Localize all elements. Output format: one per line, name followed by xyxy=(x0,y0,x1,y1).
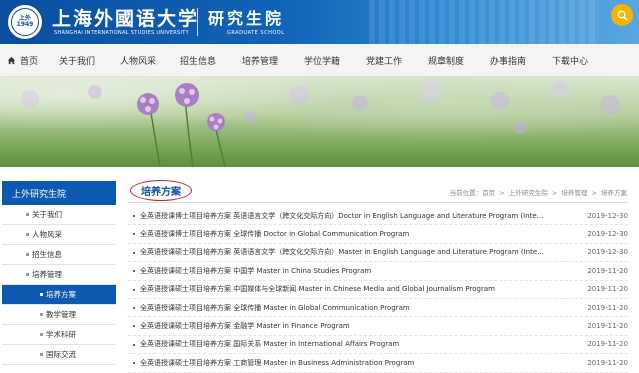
sidebar-item-about[interactable]: 关于我们 xyxy=(2,205,116,225)
list-item-title[interactable]: 全英语授课博士项目培养方案 英语语言文学（跨文化交际方向）Doctor in E… xyxy=(140,211,543,221)
nav-item-training[interactable]: 培养管理 xyxy=(242,54,304,67)
list-item[interactable]: 全英语授课博士项目培养方案 全球传播 Doctor in Global Comm… xyxy=(128,225,628,244)
list-item[interactable]: 全英语授课硕士项目培养方案 全球传播 Master in Global Comm… xyxy=(128,299,628,318)
list-item-date: 2019-12-30 xyxy=(587,230,628,239)
list-item[interactable]: 全英语授课硕士项目培养方案 金融学 Master in Finance Prog… xyxy=(128,317,628,336)
nav-item-label: 学位学籍 xyxy=(304,56,341,67)
graduate-school-name-en: GRADUATE SCHOOL xyxy=(227,30,285,36)
university-name-cn: 上海外國语大学 xyxy=(52,8,200,30)
nav-item-label: 培养管理 xyxy=(242,56,279,67)
nav-item-downloads[interactable]: 下载中心 xyxy=(552,54,612,67)
list-item-date: 2019-11-20 xyxy=(587,358,628,367)
main-panel: 培养方案 当前位置：首页 > 上外研究生院 > 培养管理 > 培养方案 全英语授… xyxy=(128,180,628,373)
university-name-en: SHANGHAI INTERNATIONAL STUDIES UNIVERSIT… xyxy=(54,30,190,36)
breadcrumb: 当前位置：首页 > 上外研究生院 > 培养管理 > 培养方案 xyxy=(449,187,628,197)
breadcrumb-link[interactable]: 培养管理 xyxy=(561,189,587,197)
list-item-date: 2019-12-30 xyxy=(587,248,628,257)
sidebar: 上外研究生院 关于我们 人物风采 招生信息 培养管理 培养方案 教学管理 学术科… xyxy=(2,181,116,365)
sidebar-item-training-plan[interactable]: 培养方案 xyxy=(2,285,116,305)
list-item-date: 2019-12-30 xyxy=(587,211,628,220)
nav-item-label: 下载中心 xyxy=(552,56,589,67)
list-item-date: 2019-11-20 xyxy=(587,303,628,312)
nav-item-label: 规章制度 xyxy=(428,56,465,67)
header-background-building xyxy=(369,0,599,44)
sidebar-item-teaching[interactable]: 教学管理 xyxy=(2,305,116,325)
search-button[interactable] xyxy=(611,4,633,26)
article-list: 全英语授课博士项目培养方案 英语语言文学（跨文化交际方向）Doctor in E… xyxy=(128,207,628,373)
university-logo[interactable]: 上外 1949 xyxy=(6,3,44,41)
list-item-title[interactable]: 全英语授课硕士项目培养方案 全球传播 Master in Global Comm… xyxy=(140,303,410,313)
list-item-title[interactable]: 全英语授课博士项目培养方案 全球传播 Doctor in Global Comm… xyxy=(140,229,409,239)
sidebar-title: 上外研究生院 xyxy=(2,181,116,205)
breadcrumb-link[interactable]: 培养方案 xyxy=(601,189,627,197)
nav-item-label: 办事指南 xyxy=(490,56,527,67)
list-item[interactable]: 全英语授课博士项目培养方案 英语语言文学（跨文化交际方向）Doctor in E… xyxy=(128,207,628,226)
breadcrumb-link[interactable]: 上外研究生院 xyxy=(509,189,548,197)
breadcrumb-separator: > xyxy=(551,189,558,197)
breadcrumb-separator: > xyxy=(591,189,597,197)
list-item-title[interactable]: 全英语授课硕士项目培养方案 中国学 Master in China Studie… xyxy=(140,266,371,276)
content-area: 上外研究生院 关于我们 人物风采 招生信息 培养管理 培养方案 教学管理 学术科… xyxy=(0,167,639,373)
sidebar-item-training[interactable]: 培养管理 xyxy=(2,265,116,285)
list-item-date: 2019-11-20 xyxy=(587,340,628,349)
nav-item-party[interactable]: 党建工作 xyxy=(366,54,428,67)
list-item-date: 2019-11-20 xyxy=(587,266,628,275)
list-item-title[interactable]: 全英语授课硕士项目培养方案 英语语言文学（跨文化交际方向）Master in E… xyxy=(140,247,544,257)
nav-item-guide[interactable]: 办事指南 xyxy=(490,54,552,67)
main-header: 培养方案 当前位置：首页 > 上外研究生院 > 培养管理 > 培养方案 xyxy=(128,180,628,203)
list-item[interactable]: 全英语授课硕士项目培养方案 中国媒体与全球新闻 Master in Chines… xyxy=(128,281,628,299)
list-item[interactable]: 全英语授课硕士项目培养方案 国际关系 Master in Internation… xyxy=(128,336,628,355)
header-divider xyxy=(197,8,198,36)
breadcrumb-current-label[interactable]: 当前位置：首页 xyxy=(450,189,496,197)
nav-item-label: 首页 xyxy=(20,56,39,67)
list-item-title[interactable]: 全英语授课硕士项目培养方案 金融学 Master in Finance Prog… xyxy=(140,321,350,331)
nav-item-degree[interactable]: 学位学籍 xyxy=(304,54,366,67)
nav-item-label: 招生信息 xyxy=(180,56,217,67)
home-icon xyxy=(7,56,16,65)
nav-item-people[interactable]: 人物风采 xyxy=(120,54,180,67)
sidebar-item-research[interactable]: 学术科研 xyxy=(2,325,116,345)
nav-item-label: 党建工作 xyxy=(366,56,403,67)
list-item-date: 2019-11-20 xyxy=(587,322,628,331)
list-item-title[interactable]: 全英语授课硕士项目培养方案 中国媒体与全球新闻 Master in Chines… xyxy=(140,284,495,294)
sidebar-item-admissions[interactable]: 招生信息 xyxy=(2,245,116,265)
list-item[interactable]: 全英语授课硕士项目培养方案 中国学 Master in China Studie… xyxy=(128,262,628,281)
search-icon xyxy=(617,10,628,21)
nav-item-label: 关于我们 xyxy=(59,56,96,67)
list-item-title[interactable]: 全英语授课硕士项目培养方案 工商管理 Master in Business Ad… xyxy=(140,358,414,368)
banner-flowers xyxy=(21,80,620,167)
banner-image xyxy=(0,77,639,167)
sidebar-item-international[interactable]: 国际交流 xyxy=(2,345,116,365)
logo-text-bottom: 1949 xyxy=(16,21,34,28)
nav-item-admissions[interactable]: 招生信息 xyxy=(180,54,242,67)
list-item-date: 2019-11-20 xyxy=(587,285,628,294)
nav-item-home[interactable]: 首页 xyxy=(7,54,59,67)
sidebar-item-people[interactable]: 人物风采 xyxy=(2,225,116,245)
nav-item-label: 人物风采 xyxy=(120,56,157,67)
breadcrumb-separator: > xyxy=(499,189,505,197)
main-nav: 首页 关于我们 人物风采 招生信息 培养管理 学位学籍 党建工作 规章制度 办事… xyxy=(0,44,639,77)
nav-item-regulations[interactable]: 规章制度 xyxy=(428,54,490,67)
list-item-title[interactable]: 全英语授课硕士项目培养方案 国际关系 Master in Internation… xyxy=(140,339,399,349)
list-item[interactable]: 全英语授课硕士项目培养方案 英语语言文学（跨文化交际方向）Master in E… xyxy=(128,244,628,263)
logo-seal-inner: 上外 1949 xyxy=(11,8,39,36)
page-title: 培养方案 xyxy=(130,180,192,201)
nav-item-about[interactable]: 关于我们 xyxy=(59,54,120,67)
graduate-school-name-cn: 研究生院 xyxy=(208,9,285,28)
site-header: 上外 1949 上海外國语大学 SHANGHAI INTERNATIONAL S… xyxy=(0,0,639,44)
list-item[interactable]: 全英语授课硕士项目培养方案 工商管理 Master in Business Ad… xyxy=(128,354,628,373)
